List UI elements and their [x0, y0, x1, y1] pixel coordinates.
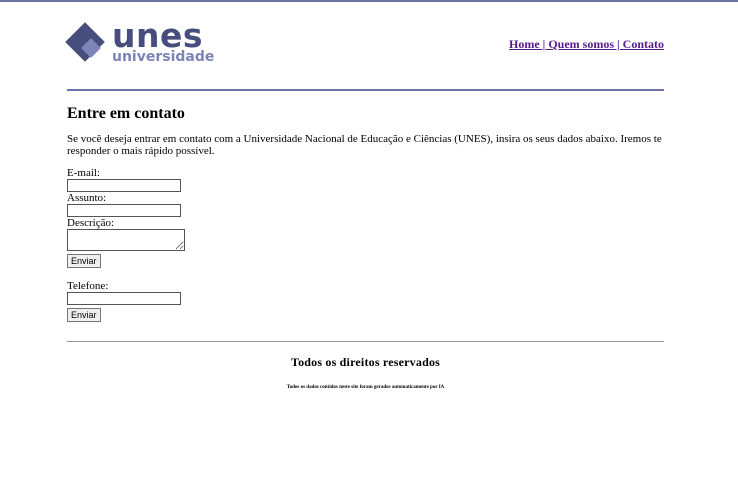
- email-field[interactable]: [67, 179, 181, 192]
- logo-word-sub: universidade: [112, 49, 215, 65]
- logo-diamond-icon: [65, 22, 105, 62]
- contact-form: E-mail: Assunto: Descrição: Enviar: [67, 167, 664, 269]
- form-gap: [67, 269, 664, 280]
- phone-field[interactable]: [67, 292, 181, 305]
- phone-submit-button[interactable]: Enviar: [67, 308, 101, 322]
- email-label: E-mail:: [67, 167, 100, 179]
- header: unes universidade Home | Quem somos | Co…: [65, 2, 664, 89]
- footer-note: Todos os dados contidos neste site foram…: [286, 385, 445, 390]
- page-title: Entre em contato: [67, 105, 185, 122]
- logo-wordmark: unes universidade: [112, 18, 215, 65]
- subject-label: Assunto:: [67, 192, 107, 204]
- page-container: unes universidade Home | Quem somos | Co…: [65, 2, 664, 390]
- footer-title: Todos os direitos reservados: [290, 355, 441, 369]
- main-nav: Home | Quem somos | Contato: [509, 37, 664, 52]
- nav-separator: |: [614, 37, 623, 51]
- header-divider: [67, 89, 664, 91]
- footer-divider: [67, 341, 664, 342]
- phone-label: Telefone:: [67, 280, 109, 292]
- nav-link-contact[interactable]: Contato: [623, 37, 664, 51]
- subject-field[interactable]: [67, 204, 181, 217]
- contact-submit-button[interactable]: Enviar: [67, 254, 101, 268]
- phone-form: Telefone: Enviar: [67, 280, 664, 323]
- description-label: Descrição:: [67, 217, 115, 229]
- nav-link-home[interactable]: Home: [509, 37, 540, 51]
- description-field[interactable]: [67, 229, 185, 251]
- intro-text: Se você deseja entrar em contato com a U…: [67, 133, 662, 157]
- nav-link-about[interactable]: Quem somos: [548, 37, 614, 51]
- logo-diamond-dark: [65, 22, 105, 62]
